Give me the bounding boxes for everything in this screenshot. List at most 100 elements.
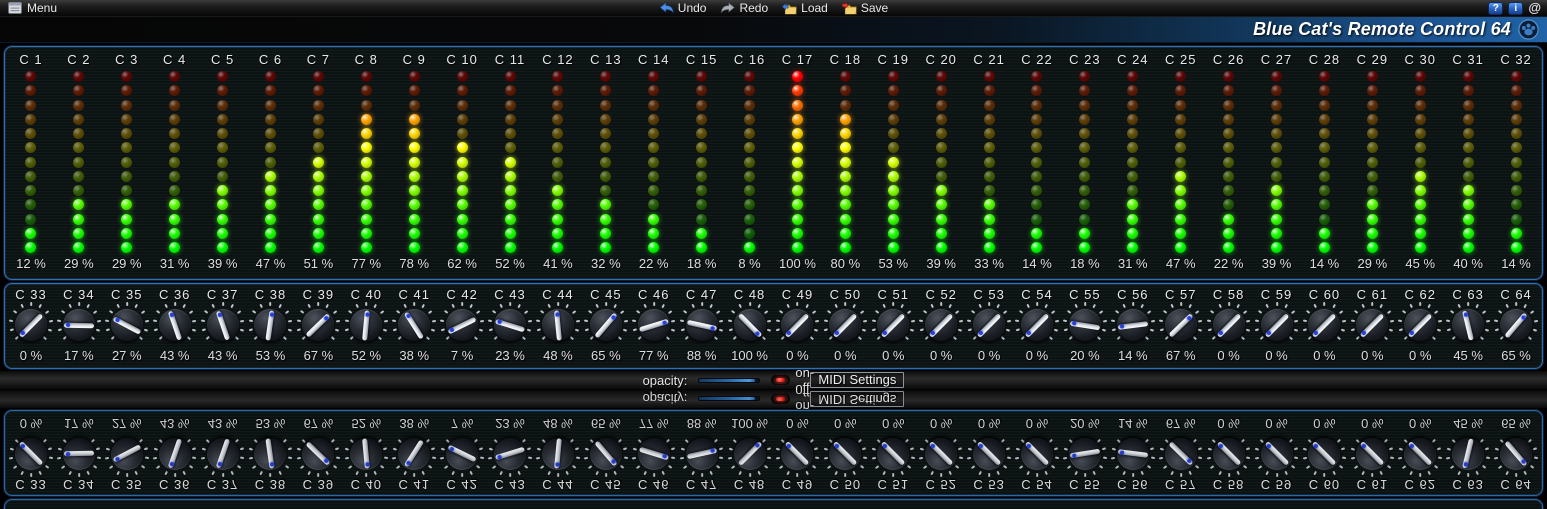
knob-tick-icon — [300, 310, 305, 315]
led-meter-channel[interactable]: C 14 22 % — [630, 49, 678, 275]
led-light-icon — [504, 113, 516, 125]
knob-control[interactable] — [295, 302, 341, 347]
led-light-icon — [1318, 185, 1330, 196]
knob-control[interactable] — [1301, 302, 1347, 347]
led-meter-channel[interactable]: C 8 77 % — [342, 49, 390, 275]
knob-control[interactable] — [1062, 302, 1108, 347]
menu-button[interactable]: Menu — [0, 1, 57, 15]
channel-label: C 36 — [158, 287, 191, 302]
knob-control[interactable] — [870, 302, 916, 347]
knob-control[interactable] — [727, 302, 773, 347]
led-meter-channel[interactable]: C 3 29 % — [103, 49, 151, 275]
led-meter-channel[interactable]: C 6 47 % — [247, 49, 295, 275]
redo-button[interactable]: Redo — [720, 0, 768, 16]
knob-control[interactable] — [535, 302, 581, 347]
led-meter-channel[interactable]: C 15 18 % — [678, 49, 726, 275]
led-meter-channel[interactable]: C 17 100 % — [774, 49, 822, 275]
knob-control[interactable] — [1206, 302, 1252, 347]
knob-control[interactable] — [1014, 302, 1060, 347]
led-meter-channel[interactable]: C 30 45 % — [1396, 49, 1444, 275]
knob-control[interactable] — [391, 302, 437, 347]
knob-control[interactable] — [8, 302, 54, 347]
knob-control[interactable] — [247, 302, 293, 347]
led-stack — [600, 71, 612, 253]
led-meter-channel[interactable]: C 26 22 % — [1205, 49, 1253, 275]
led-meter-channel[interactable]: C 24 31 % — [1109, 49, 1157, 275]
knob-control[interactable] — [343, 302, 389, 347]
led-meter-channel[interactable]: C 11 52 % — [486, 49, 534, 275]
knob-tick-icon — [809, 336, 814, 341]
knob-control[interactable] — [1110, 302, 1156, 347]
load-button[interactable]: Load — [782, 0, 828, 16]
knob-control[interactable] — [1349, 302, 1395, 347]
led-light-icon — [744, 199, 756, 211]
knob-control[interactable] — [487, 302, 533, 347]
led-meter-channel[interactable]: C 18 80 % — [821, 49, 869, 275]
undo-button[interactable]: Undo — [659, 0, 706, 16]
led-meter-channel[interactable]: C 12 41 % — [534, 49, 582, 275]
reflection-knob-channel: C 46 77 % — [630, 411, 678, 493]
reflection-knob-tick-icon — [862, 447, 867, 451]
knob-control[interactable] — [1493, 302, 1539, 347]
led-meter-channel[interactable]: C 9 78 % — [390, 49, 438, 275]
led-meter-channel[interactable]: C 21 33 % — [965, 49, 1013, 275]
led-meter-channel[interactable]: C 2 29 % — [55, 49, 103, 275]
knob-control[interactable] — [1158, 302, 1204, 347]
knob-tick-icon — [156, 310, 161, 315]
reflection-knob-value-dot-icon — [610, 459, 616, 466]
led-meter-channel[interactable]: C 13 32 % — [582, 49, 630, 275]
reflection-led-meter-channel: C 1062 % — [438, 504, 486, 509]
knob-control[interactable] — [200, 302, 246, 347]
knob-control[interactable] — [56, 302, 102, 347]
led-meter-channel[interactable]: C 29 29 % — [1348, 49, 1396, 275]
led-meter-channel[interactable]: C 25 47 % — [1157, 49, 1205, 275]
led-meter-channel[interactable]: C 5 39 % — [199, 49, 247, 275]
led-meter-channel[interactable]: C 7 51 % — [294, 49, 342, 275]
midi-settings-button[interactable]: MIDI Settings — [810, 372, 905, 388]
led-meter-channel[interactable]: C 23 18 % — [1061, 49, 1109, 275]
channel-value: 0 % — [1025, 348, 1049, 363]
knob-control[interactable] — [152, 302, 198, 347]
knob-tick-icon — [827, 310, 832, 315]
led-meter-channel[interactable]: C 32 14 % — [1492, 49, 1540, 275]
led-meter-channel[interactable]: C 10 62 % — [438, 49, 486, 275]
knob-control[interactable] — [679, 302, 725, 347]
led-meter-channel[interactable]: C 20 39 % — [917, 49, 965, 275]
knob-control[interactable] — [1445, 302, 1491, 347]
led-stack — [696, 71, 708, 253]
led-meter-channel[interactable]: C 19 53 % — [869, 49, 917, 275]
reflection-knob-tick-icon — [431, 457, 437, 460]
knob-control[interactable] — [774, 302, 820, 347]
knob-control[interactable] — [1254, 302, 1300, 347]
opacity-slider[interactable] — [698, 377, 761, 383]
knob-control[interactable] — [918, 302, 964, 347]
knob-control[interactable] — [583, 302, 629, 347]
led-meter-channel[interactable]: C 4 31 % — [151, 49, 199, 275]
reflection-knob-tick-icon — [1159, 447, 1164, 451]
knob-control[interactable] — [439, 302, 485, 347]
led-light-icon — [1462, 85, 1474, 97]
led-light-icon — [169, 71, 181, 82]
knob-control[interactable] — [104, 302, 150, 347]
led-meter-channel[interactable]: C 16 8 % — [726, 49, 774, 275]
knob-control[interactable] — [631, 302, 677, 347]
reflection-channel-value: 78 % — [399, 504, 429, 509]
knob-control[interactable] — [822, 302, 868, 347]
knob-tick-icon — [584, 328, 589, 332]
reflection-knob-tick-icon — [479, 457, 484, 460]
led-meter-channel[interactable]: C 27 39 % — [1253, 49, 1301, 275]
reflection-knob-tick-icon — [173, 473, 176, 477]
led-meter-channel[interactable]: C 31 40 % — [1444, 49, 1492, 275]
knob-tick-icon — [234, 336, 239, 341]
save-button[interactable]: Save — [841, 0, 888, 16]
help-button[interactable]: ? — [1488, 1, 1504, 15]
knob-control[interactable] — [966, 302, 1012, 347]
onoff-led-button[interactable] — [771, 375, 791, 385]
reflection-knob-channel: C 54 0 % — [1013, 411, 1061, 493]
info-button[interactable]: i — [1508, 1, 1524, 15]
led-meter-channel[interactable]: C 1 12 % — [7, 49, 55, 275]
contact-at-icon[interactable]: @ — [1528, 1, 1541, 15]
knob-control[interactable] — [1397, 302, 1443, 347]
led-meter-channel[interactable]: C 28 14 % — [1300, 49, 1348, 275]
led-meter-channel[interactable]: C 22 14 % — [1013, 49, 1061, 275]
